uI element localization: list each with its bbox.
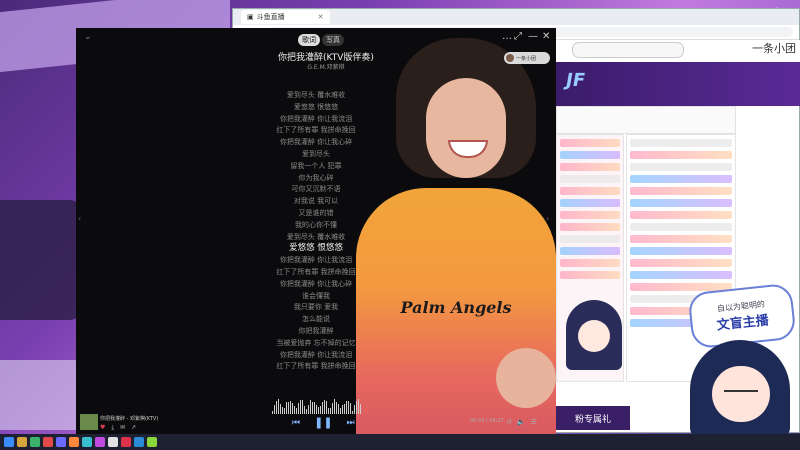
lyric-line[interactable]: 对我说 我可以 [236, 196, 396, 208]
taskbar-app-icon[interactable] [56, 437, 66, 447]
user-name: 一条小团 [516, 55, 537, 62]
hoodie-logo: Palm Angels [400, 298, 512, 317]
now-playing-title: 你把我灌醉 - 邓紫棋(KTV) [100, 416, 159, 422]
lyric-line[interactable]: 怎么能说 [236, 314, 396, 326]
pause-icon[interactable]: ❚❚ [314, 416, 332, 429]
lyric-line-current[interactable]: 爱悠悠 恨悠悠 [236, 243, 396, 255]
site-search-input[interactable] [572, 42, 684, 58]
lyric-line[interactable]: 爱到尽头 [236, 149, 396, 161]
song-artist[interactable]: G.E.M.邓紫棋 [266, 62, 386, 71]
taskbar-app-icon[interactable] [69, 437, 79, 447]
lyric-line[interactable]: 你把我灌醉 你让我流泪 [236, 350, 396, 362]
sticker-line2: 文盲主播 [716, 313, 770, 334]
lyric-line[interactable]: 留我一个人 犯罪 [236, 161, 396, 173]
lyric-line[interactable]: 扛下了所有罪 我拼命挽回 [236, 361, 396, 373]
collapse-icon[interactable]: ⌄ [84, 32, 92, 42]
taskbar-app-icon[interactable] [30, 437, 40, 447]
share-icon[interactable]: ↗ [131, 424, 136, 432]
loop-icon[interactable]: ↺ [506, 418, 512, 426]
lyric-line[interactable]: 你把我灌醉 你让我流泪 [236, 114, 396, 126]
start-icon[interactable] [4, 437, 14, 447]
song-actions: ♥ ⤓ ✉ ↗ [100, 424, 136, 432]
tab-close-icon[interactable]: ✕ [318, 13, 324, 21]
tab-title: 斗鱼直播 [256, 13, 285, 21]
download-icon[interactable]: ⤓ [111, 424, 114, 432]
minimize-icon[interactable]: — [528, 31, 538, 42]
taskbar-app-icon[interactable] [17, 437, 27, 447]
lyric-line[interactable]: 你把我灌醉 你让我心碎 [236, 279, 396, 291]
tab-lyrics[interactable]: 歌词 [298, 34, 320, 46]
lyric-line[interactable]: 你把我灌醉 你让我心碎 [236, 137, 396, 149]
stream-banner: JF [556, 62, 800, 106]
lyric-line[interactable]: 谁会懂我 [236, 291, 396, 303]
banner-text: JF [564, 70, 587, 91]
lyric-line[interactable]: 你为我心碎 [236, 173, 396, 185]
taskbar-app-icon[interactable] [147, 437, 157, 447]
fullscreen-icon[interactable]: ⤢ [514, 31, 522, 42]
gift-strip[interactable]: 粉专属礼 [556, 406, 630, 430]
vtuber-mini-avatar [566, 300, 622, 370]
lyric-line[interactable]: 我只要你 爱我 [236, 302, 396, 314]
tab-favicon-icon: ▣ [247, 13, 254, 21]
chevron-left-icon[interactable]: ‹ [78, 214, 81, 223]
wallpaper-shape [0, 360, 80, 430]
heart-icon[interactable]: ♥ [100, 424, 105, 432]
playback-time: 00:43 / 04:27 [470, 418, 504, 424]
lyric-line[interactable]: 爱到尽头 覆水难收 [236, 232, 396, 244]
playlist-icon[interactable]: ☰ [531, 418, 537, 426]
user-pill[interactable]: 一条小团 [504, 52, 550, 64]
browser-tab[interactable]: ▣ 斗鱼直播 ✕ [241, 10, 330, 24]
lyric-line[interactable]: 可你又沉默不语 [236, 184, 396, 196]
lyric-line[interactable]: 爱悠悠 恨悠悠 [236, 102, 396, 114]
lyric-line[interactable]: 我的心你不懂 [236, 220, 396, 232]
lyric-line[interactable]: 你把我灌醉 你让我流泪 [236, 255, 396, 267]
lyric-line[interactable]: 扛下了所有罪 我拼命挽回 [236, 267, 396, 279]
taskbar-app-icon[interactable] [82, 437, 92, 447]
browser-tabbar: ▣ 斗鱼直播 ✕ [233, 9, 799, 25]
site-brand: 一条小团 [752, 42, 796, 55]
wallpaper-shape [0, 200, 80, 320]
taskbar-app-icon[interactable] [121, 437, 131, 447]
volume-icon[interactable]: 🔈 [517, 418, 526, 426]
album-thumbnail[interactable] [80, 414, 98, 430]
lyric-line[interactable]: 当被爱抛弃 忘不掉的记忆 [236, 338, 396, 350]
taskbar-app-icon[interactable] [108, 437, 118, 447]
audio-waveform [272, 396, 362, 414]
music-player-window: Palm Angels ⌄ … ⤢ — ✕ 歌词 写真 你把我灌醉(KTV版伴奏… [76, 28, 556, 434]
comment-icon[interactable]: ✉ [120, 424, 125, 432]
vtuber-avatar [690, 340, 790, 438]
prev-icon[interactable]: ⏮ [292, 418, 300, 428]
lyrics-list: 爱到尽头 覆水难收 爱悠悠 恨悠悠 你把我灌醉 你让我流泪 扛下了所有罪 我拼命挽回你… [236, 90, 396, 373]
next-icon[interactable]: ⏭ [347, 418, 355, 428]
more-icon[interactable]: … [502, 31, 512, 42]
player-options: ↺ 🔈 ☰ [506, 418, 537, 426]
lyric-line[interactable]: 爱到尽头 覆水难收 [236, 90, 396, 102]
taskbar [0, 434, 800, 450]
taskbar-app-icon[interactable] [134, 437, 144, 447]
lyric-line[interactable]: 又是谁的错 [236, 208, 396, 220]
tab-photo[interactable]: 写真 [322, 34, 344, 46]
avatar [506, 54, 514, 62]
room-toolbar [556, 106, 736, 134]
lyric-line[interactable]: 你把我灌醉 [236, 326, 396, 338]
close-icon[interactable]: ✕ [542, 31, 550, 42]
taskbar-app-icon[interactable] [43, 437, 53, 447]
playback-bar: 你把我灌醉 - 邓紫棋(KTV) ♥ ⤓ ✉ ↗ ⏮ ❚❚ ⏭ 00:43 / … [76, 399, 556, 434]
transport-controls: ⏮ ❚❚ ⏭ [292, 416, 355, 429]
mode-tabs: 歌词 写真 [298, 34, 344, 46]
lyric-line[interactable]: 扛下了所有罪 我拼命挽回 [236, 125, 396, 137]
taskbar-app-icon[interactable] [95, 437, 105, 447]
chevron-right-icon[interactable]: › [546, 214, 549, 223]
